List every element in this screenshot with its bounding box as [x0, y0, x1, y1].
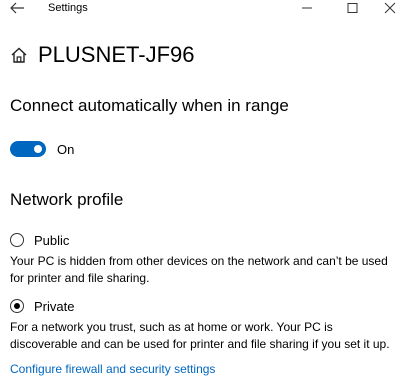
page-title: PLUSNET-JF96 — [38, 42, 195, 67]
home-icon — [10, 46, 28, 64]
radio-selected-dot — [13, 302, 20, 309]
maximize-button[interactable] — [343, 1, 361, 15]
back-arrow-icon — [10, 2, 24, 14]
window-title: Settings — [48, 2, 88, 14]
public-radio-label[interactable]: Public — [34, 233, 69, 248]
title-bar: Settings — [0, 0, 400, 18]
close-icon — [384, 2, 396, 14]
private-radio-label[interactable]: Private — [34, 299, 74, 314]
network-profile-heading: Network profile — [10, 190, 124, 209]
toggle-state-label: On — [57, 142, 75, 157]
public-description: Your PC is hidden from other devices on … — [10, 254, 388, 285]
auto-connect-heading: Connect automatically when in range — [10, 96, 289, 115]
maximize-icon — [347, 3, 358, 13]
firewall-settings-link[interactable]: Configure firewall and security settings — [10, 362, 215, 376]
toggle-knob — [34, 145, 42, 153]
close-button[interactable] — [381, 1, 399, 15]
back-button[interactable] — [8, 0, 26, 16]
minimize-icon — [302, 7, 312, 9]
minimize-button[interactable] — [298, 1, 316, 15]
private-description: For a network you trust, such as at home… — [10, 320, 390, 351]
auto-connect-toggle[interactable] — [10, 141, 46, 157]
public-radio[interactable] — [10, 233, 24, 247]
private-radio[interactable] — [10, 299, 24, 313]
